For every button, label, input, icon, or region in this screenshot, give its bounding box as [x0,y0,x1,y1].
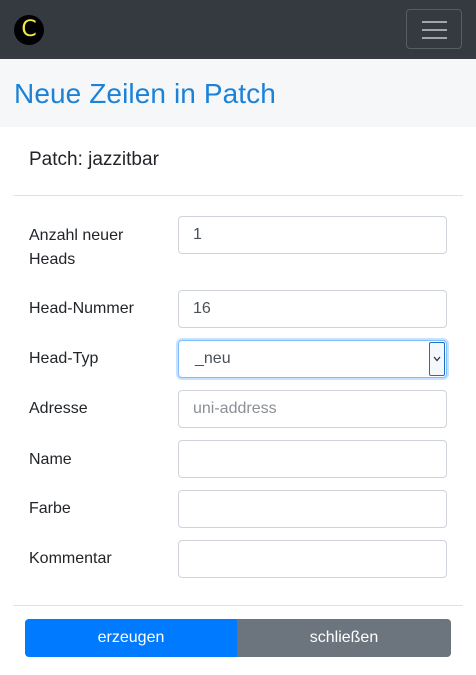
anzahl-label-line2: Heads [29,251,76,268]
divider [13,605,463,606]
head-nummer-label: Head-Nummer [29,300,134,317]
erzeugen-button[interactable]: erzeugen [25,619,237,657]
head-typ-value: _neu [195,350,231,367]
head-typ-label: Head-Typ [29,350,99,367]
head-nummer-input[interactable] [178,290,447,328]
hamburger-bar [422,29,447,31]
name-input[interactable] [178,440,447,478]
c-logo-icon[interactable]: C [14,15,44,45]
kommentar-label: Kommentar [29,550,112,567]
schliessen-button[interactable]: schließen [237,619,451,657]
farbe-label: Farbe [29,500,71,517]
divider [13,195,463,196]
anzahl-label-line1: Anzahl neuer [29,227,124,244]
page-header: Neue Zeilen in Patch [0,59,476,127]
adresse-label: Adresse [29,400,88,417]
patch-label: Patch: jazzitbar [29,149,159,170]
kommentar-input[interactable] [178,540,447,578]
anzahl-input[interactable] [178,216,447,254]
hamburger-bar [422,21,447,23]
chevron-down-icon[interactable] [429,342,445,376]
hamburger-bar [422,37,447,39]
farbe-input[interactable] [178,490,447,528]
adresse-input[interactable] [178,390,447,428]
hamburger-icon[interactable] [406,9,462,49]
name-label: Name [29,451,72,468]
page-title: Neue Zeilen in Patch [14,78,276,109]
anzahl-label: Anzahl neuer Heads [29,224,159,272]
head-typ-select[interactable]: _neu [178,340,447,378]
navbar: C [0,0,476,59]
